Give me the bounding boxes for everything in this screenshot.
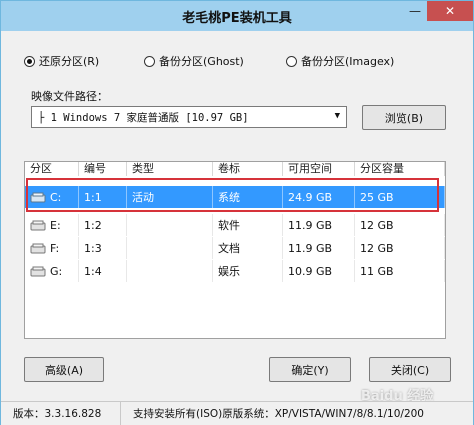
column-header[interactable]: 编号 (79, 162, 127, 176)
type-cell (127, 214, 213, 236)
column-header[interactable]: 分区 (25, 162, 79, 176)
number-cell: 1:3 (79, 237, 127, 259)
disk-drive-icon (30, 243, 46, 254)
capacity-cell: 25 GB (355, 186, 445, 208)
type-cell: 活动 (127, 186, 213, 208)
column-header[interactable]: 分区容量 (355, 162, 445, 176)
chevron-down-icon[interactable]: ▼ (335, 111, 340, 121)
table-row[interactable]: E: 1:2 软件 11.9 GB 12 GB (25, 214, 445, 236)
radio-backup-ghost[interactable]: 备份分区(Ghost) (144, 53, 244, 69)
support-text: 支持安装所有(ISO)原版系统：XP/VISTA/WIN7/8/8.1/10/2… (133, 408, 424, 420)
volume-label-cell: 文档 (213, 237, 283, 259)
version-text: 版本：3.3.16.828 (1, 402, 121, 425)
table-row[interactable]: F: 1:3 文档 11.9 GB 12 GB (25, 237, 445, 259)
image-path-label: 映像文件路径： (31, 90, 108, 103)
radio-backup-imagex[interactable]: 备份分区(Imagex) (286, 53, 394, 69)
free-space-cell: 24.9 GB (283, 186, 355, 208)
title-bar[interactable]: 老毛桃PE装机工具 — ✕ (1, 1, 473, 31)
number-cell: 1:4 (79, 260, 127, 282)
radio-restore[interactable]: 还原分区(R) (24, 53, 99, 69)
close-button[interactable]: 关闭(C) (369, 357, 451, 382)
partition-table: 分区 编号 类型 卷标 可用空间 分区容量 C: 1:1 活动 系统 24.9 … (24, 161, 446, 339)
partition-cell: E: (25, 214, 79, 236)
partition-cell: F: (25, 237, 79, 259)
advanced-button[interactable]: 高级(A) (24, 357, 104, 382)
free-space-cell: 10.9 GB (283, 260, 355, 282)
app-window: 老毛桃PE装机工具 — ✕ 还原分区(R) 备份分区(Ghost) 备份分区(I… (0, 0, 474, 425)
capacity-cell: 12 GB (355, 237, 445, 259)
status-bar: 版本：3.3.16.828 支持安装所有(ISO)原版系统：XP/VISTA/W… (1, 401, 473, 425)
ok-button[interactable]: 确定(Y) (269, 357, 351, 382)
number-cell: 1:2 (79, 214, 127, 236)
partition-cell: G: (25, 260, 79, 282)
partition-letter: F: (50, 241, 60, 255)
partition-cell: C: (25, 186, 79, 208)
radio-backup-ghost-label: 备份分区(Ghost) (159, 55, 244, 68)
table-row[interactable]: G: 1:4 娱乐 10.9 GB 11 GB (25, 260, 445, 282)
volume-label-cell: 软件 (213, 214, 283, 236)
close-window-button[interactable]: ✕ (427, 1, 473, 21)
capacity-cell: 12 GB (355, 214, 445, 236)
minimize-button[interactable]: — (403, 1, 427, 21)
image-file-select[interactable]: ├ 1 Windows 7 家庭普通版 [10.97 GB] ▼ (31, 106, 347, 128)
image-file-value: ├ 1 Windows 7 家庭普通版 [10.97 GB] (38, 111, 249, 124)
type-cell (127, 237, 213, 259)
radio-selected-icon[interactable] (24, 55, 35, 67)
type-cell (127, 260, 213, 282)
partition-letter: E: (50, 218, 61, 232)
table-header: 分区 编号 类型 卷标 可用空间 分区容量 (25, 162, 445, 176)
disk-drive-icon (30, 220, 46, 231)
capacity-cell: 11 GB (355, 260, 445, 282)
volume-label-cell: 娱乐 (213, 260, 283, 282)
disk-drive-icon (30, 192, 46, 203)
column-header[interactable]: 类型 (127, 162, 213, 176)
partition-letter: G: (50, 264, 63, 278)
radio-empty-icon[interactable] (286, 55, 297, 67)
browse-button[interactable]: 浏览(B) (362, 105, 446, 130)
column-header[interactable]: 可用空间 (283, 162, 355, 176)
volume-label-cell: 系统 (213, 186, 283, 208)
radio-restore-label: 还原分区(R) (39, 55, 100, 68)
partition-letter: C: (50, 190, 62, 204)
table-row[interactable]: C: 1:1 活动 系统 24.9 GB 25 GB (25, 186, 445, 208)
disk-drive-icon (30, 266, 46, 277)
free-space-cell: 11.9 GB (283, 237, 355, 259)
free-space-cell: 11.9 GB (283, 214, 355, 236)
radio-empty-icon[interactable] (144, 55, 155, 67)
column-header[interactable]: 卷标 (213, 162, 283, 176)
number-cell: 1:1 (79, 186, 127, 208)
radio-backup-imagex-label: 备份分区(Imagex) (301, 55, 395, 68)
